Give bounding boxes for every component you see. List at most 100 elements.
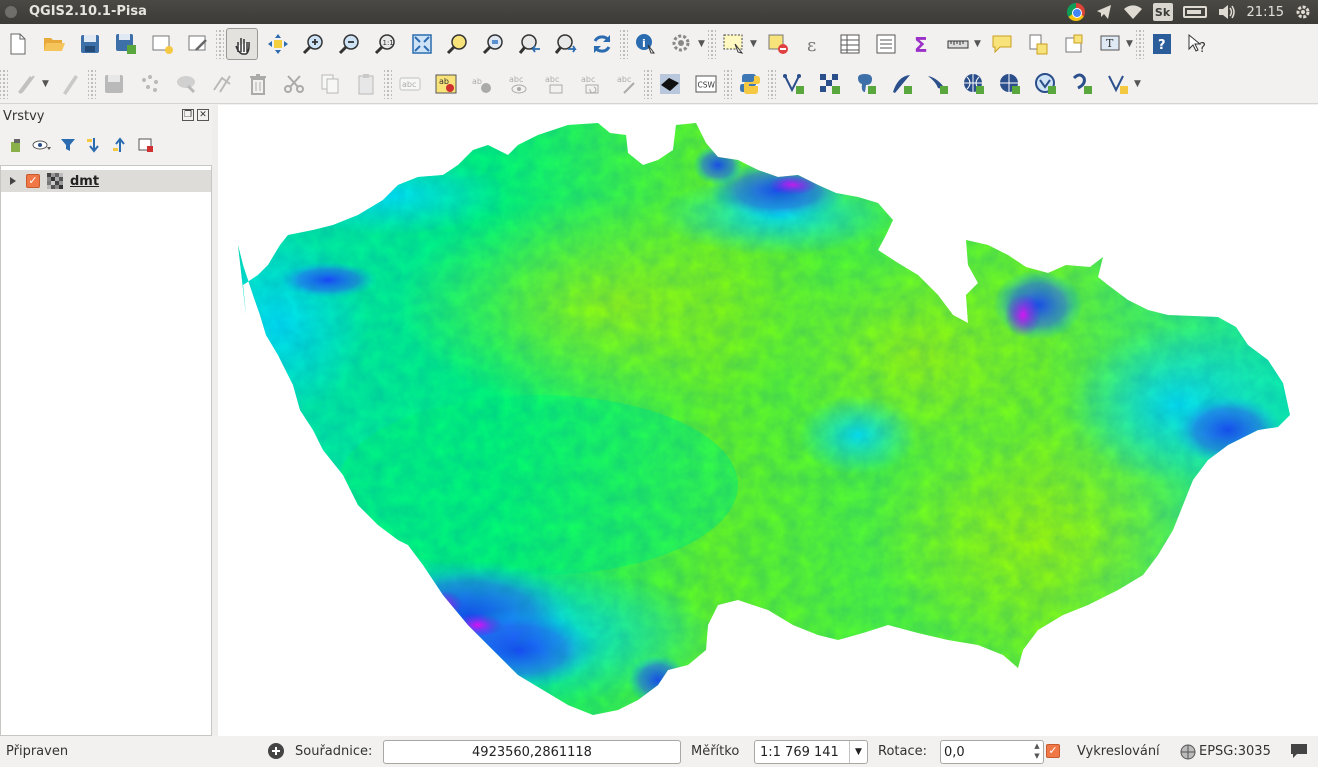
node-tool-icon[interactable]	[206, 68, 238, 100]
save-layer-edits-icon[interactable]	[98, 68, 130, 100]
statistics-icon[interactable]	[870, 28, 902, 60]
layer-labeling-icon[interactable]: ab	[430, 68, 462, 100]
toggle-coordinates-icon[interactable]	[267, 742, 285, 764]
whats-this-icon[interactable]: ?	[1182, 28, 1214, 60]
grass-icon[interactable]	[654, 68, 686, 100]
add-raster-icon[interactable]	[814, 68, 846, 100]
csw-icon[interactable]: CSW	[690, 68, 722, 100]
add-layer-dropdown-icon[interactable]: ▼	[1134, 79, 1144, 89]
battery-icon[interactable]	[1182, 0, 1207, 24]
pan-map-icon[interactable]	[226, 28, 258, 60]
save-as-icon[interactable]	[110, 28, 142, 60]
help-contents-icon[interactable]: ?	[1146, 28, 1178, 60]
new-project-icon[interactable]	[2, 28, 34, 60]
crs-icon[interactable]	[1180, 744, 1196, 764]
zoom-next-icon[interactable]	[550, 28, 582, 60]
paste-features-icon[interactable]	[350, 68, 382, 100]
measure-icon[interactable]	[942, 28, 974, 60]
volume-icon[interactable]	[1217, 0, 1237, 24]
chrome-icon[interactable]	[1066, 0, 1085, 24]
identify-icon[interactable]: i	[630, 28, 662, 60]
layer-visibility-checkbox[interactable]: ✓	[26, 174, 40, 188]
add-wms-icon[interactable]	[958, 68, 990, 100]
telegram-icon[interactable]	[1095, 0, 1113, 24]
expand-arrow-icon[interactable]	[10, 177, 16, 185]
rotate-label-icon[interactable]: abc	[574, 68, 606, 100]
float-panel-icon[interactable]: ❐	[182, 109, 194, 121]
composer-manager-icon[interactable]	[182, 28, 214, 60]
messages-icon[interactable]	[1290, 743, 1308, 763]
window-close-icon[interactable]	[5, 6, 17, 18]
select-dropdown-icon[interactable]: ▼	[750, 39, 760, 49]
python-console-icon[interactable]	[734, 68, 766, 100]
current-edits-icon[interactable]	[10, 68, 42, 100]
measure-dropdown-icon[interactable]: ▼	[974, 39, 984, 49]
show-bookmarks-icon[interactable]	[1058, 28, 1090, 60]
filter-icon[interactable]	[58, 135, 78, 155]
add-wfs-icon[interactable]	[1030, 68, 1062, 100]
zoom-in-icon[interactable]	[298, 28, 330, 60]
wifi-icon[interactable]	[1123, 0, 1143, 24]
pan-to-selection-icon[interactable]	[262, 28, 294, 60]
zoom-to-layer-icon[interactable]	[478, 28, 510, 60]
zoom-out-icon[interactable]	[334, 28, 366, 60]
render-checkbox[interactable]: ✓	[1046, 744, 1060, 758]
scale-dropdown-icon[interactable]: ▼	[849, 741, 867, 763]
scale-combobox[interactable]: 1:1 769 141 ▼	[754, 740, 868, 764]
rotation-spinbox[interactable]: 0,0 ▲ ▼	[940, 740, 1044, 764]
add-spatialite-icon[interactable]	[886, 68, 918, 100]
new-bookmark-icon[interactable]	[1022, 28, 1054, 60]
coordinates-field[interactable]: 4923560,2861118	[383, 740, 681, 764]
keyboard-layout-indicator[interactable]: Sk	[1152, 0, 1173, 24]
pin-labels-icon[interactable]: ab	[466, 68, 498, 100]
field-calculator-icon[interactable]: ε	[798, 28, 830, 60]
add-mssql-icon[interactable]	[922, 68, 954, 100]
clock[interactable]: 21:15	[1247, 0, 1284, 24]
zoom-to-selection-icon[interactable]	[442, 28, 474, 60]
layer-styling-icon[interactable]	[6, 135, 26, 155]
open-project-icon[interactable]	[38, 28, 70, 60]
save-project-icon[interactable]	[74, 28, 106, 60]
new-shapefile-icon[interactable]	[778, 68, 810, 100]
refresh-icon[interactable]	[586, 28, 618, 60]
label-icon[interactable]: abc	[394, 68, 426, 100]
run-action-icon[interactable]	[666, 28, 698, 60]
select-features-icon[interactable]	[718, 28, 750, 60]
add-virtual-layer-icon[interactable]	[1102, 68, 1134, 100]
toggle-editing-icon[interactable]	[54, 68, 86, 100]
map-canvas[interactable]	[218, 105, 1318, 736]
rotation-spin-arrows-icon[interactable]: ▲ ▼	[1031, 741, 1043, 763]
copy-features-icon[interactable]	[314, 68, 346, 100]
layer-row-dmt[interactable]: ✓ dmt	[1, 170, 211, 192]
add-feature-icon[interactable]	[134, 68, 166, 100]
crs-status[interactable]: EPSG:3035	[1199, 744, 1271, 759]
zoom-actual-size-icon[interactable]: 1:1	[370, 28, 402, 60]
attribute-table-icon[interactable]	[834, 28, 866, 60]
deselect-all-icon[interactable]	[762, 28, 794, 60]
system-gear-icon[interactable]	[1294, 0, 1312, 24]
run-action-dropdown-icon[interactable]: ▼	[698, 39, 708, 49]
text-annotation-icon[interactable]: T	[1094, 28, 1126, 60]
visibility-eye-icon[interactable]	[32, 135, 52, 155]
zoom-full-icon[interactable]	[406, 28, 438, 60]
current-edits-dropdown-icon[interactable]: ▼	[42, 79, 52, 89]
collapse-all-icon[interactable]	[110, 135, 130, 155]
add-delimited-text-icon[interactable]	[1066, 68, 1098, 100]
change-label-icon[interactable]: abc	[610, 68, 642, 100]
annotation-dropdown-icon[interactable]: ▼	[1126, 39, 1136, 49]
remove-layer-icon[interactable]	[136, 135, 156, 155]
zoom-last-icon[interactable]	[514, 28, 546, 60]
add-postgis-icon[interactable]	[850, 68, 882, 100]
add-wcs-icon[interactable]	[994, 68, 1026, 100]
map-tips-icon[interactable]	[986, 28, 1018, 60]
sum-icon[interactable]: Σ	[906, 28, 938, 60]
move-feature-icon[interactable]	[170, 68, 202, 100]
cut-features-icon[interactable]	[278, 68, 310, 100]
delete-selected-icon[interactable]	[242, 68, 274, 100]
move-label-icon[interactable]: abc	[538, 68, 570, 100]
new-print-composer-icon[interactable]	[146, 28, 178, 60]
close-panel-icon[interactable]: ✕	[197, 109, 209, 121]
show-hide-labels-icon[interactable]: abc	[502, 68, 534, 100]
window-title: QGIS2.10.1-Pisa	[29, 4, 147, 19]
expand-all-icon[interactable]	[84, 135, 104, 155]
